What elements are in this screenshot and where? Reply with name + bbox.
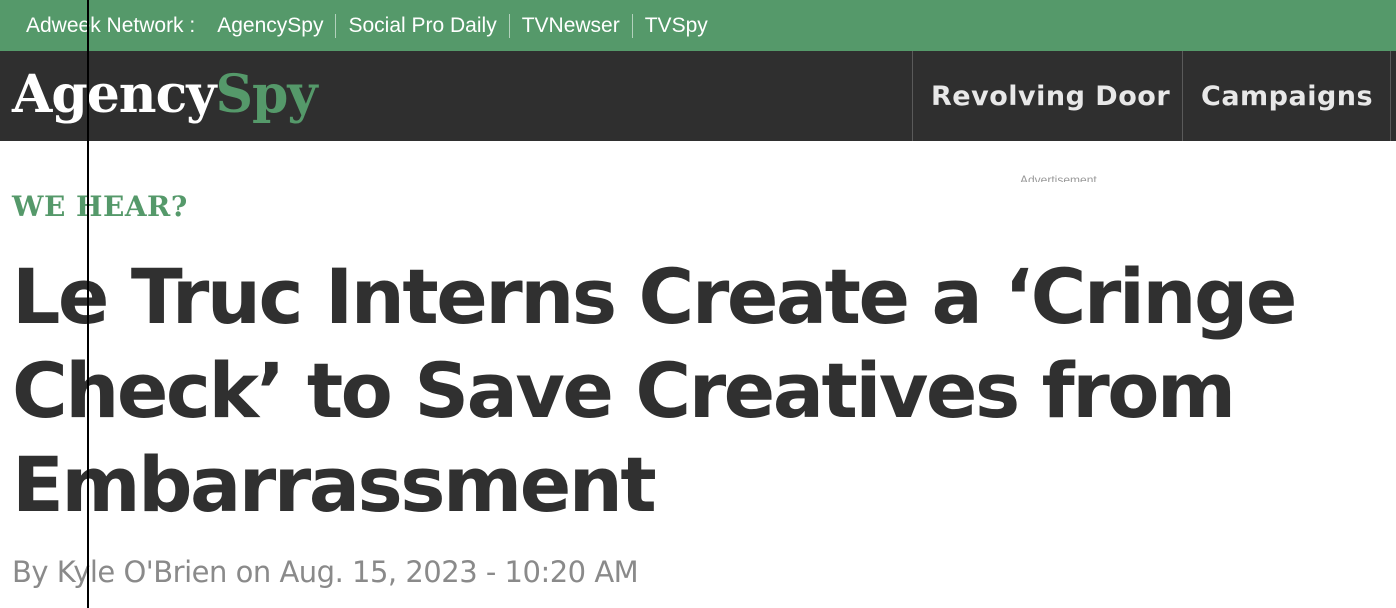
network-link-tvnewser[interactable]: TVNewser [522,14,620,38]
network-link-social-pro-daily[interactable]: Social Pro Daily [348,14,496,38]
logo-text-spy: Spy [215,64,317,125]
article-byline: By Kyle O'Brien on Aug. 15, 2023 - 10:20… [12,555,639,589]
site-header: AgencySpy Revolving Door Campaigns [0,51,1396,141]
byline-prefix: By [12,555,57,589]
network-divider [508,13,510,38]
advertisement-label: Advertisement [1020,173,1097,182]
network-label: Adweek Network : [26,13,196,37]
agencyspy-logo[interactable]: AgencySpy [12,64,318,125]
nav-campaigns[interactable]: Campaigns [1182,51,1390,141]
logo-text-agency: Agency [12,64,216,125]
nav-divider [1390,51,1391,141]
article-headline: Le Truc Interns Create a ‘Cringe Check’ … [12,252,1297,529]
text-cursor-line [87,0,89,608]
network-link-agencyspy[interactable]: AgencySpy [217,14,323,38]
nav-revolving-door[interactable]: Revolving Door [912,51,1182,141]
publish-date: Aug. 15, 2023 - 10:20 AM [279,555,639,589]
author-link[interactable]: Kyle O'Brien [57,555,228,589]
network-divider [631,13,633,38]
network-divider [335,13,337,38]
article-category-kicker[interactable]: WE HEAR? [12,190,188,223]
network-link-tvspy[interactable]: TVSpy [645,14,708,38]
byline-on: on [226,555,280,589]
adweek-network-bar: Adweek Network : AgencySpy Social Pro Da… [0,0,1396,51]
